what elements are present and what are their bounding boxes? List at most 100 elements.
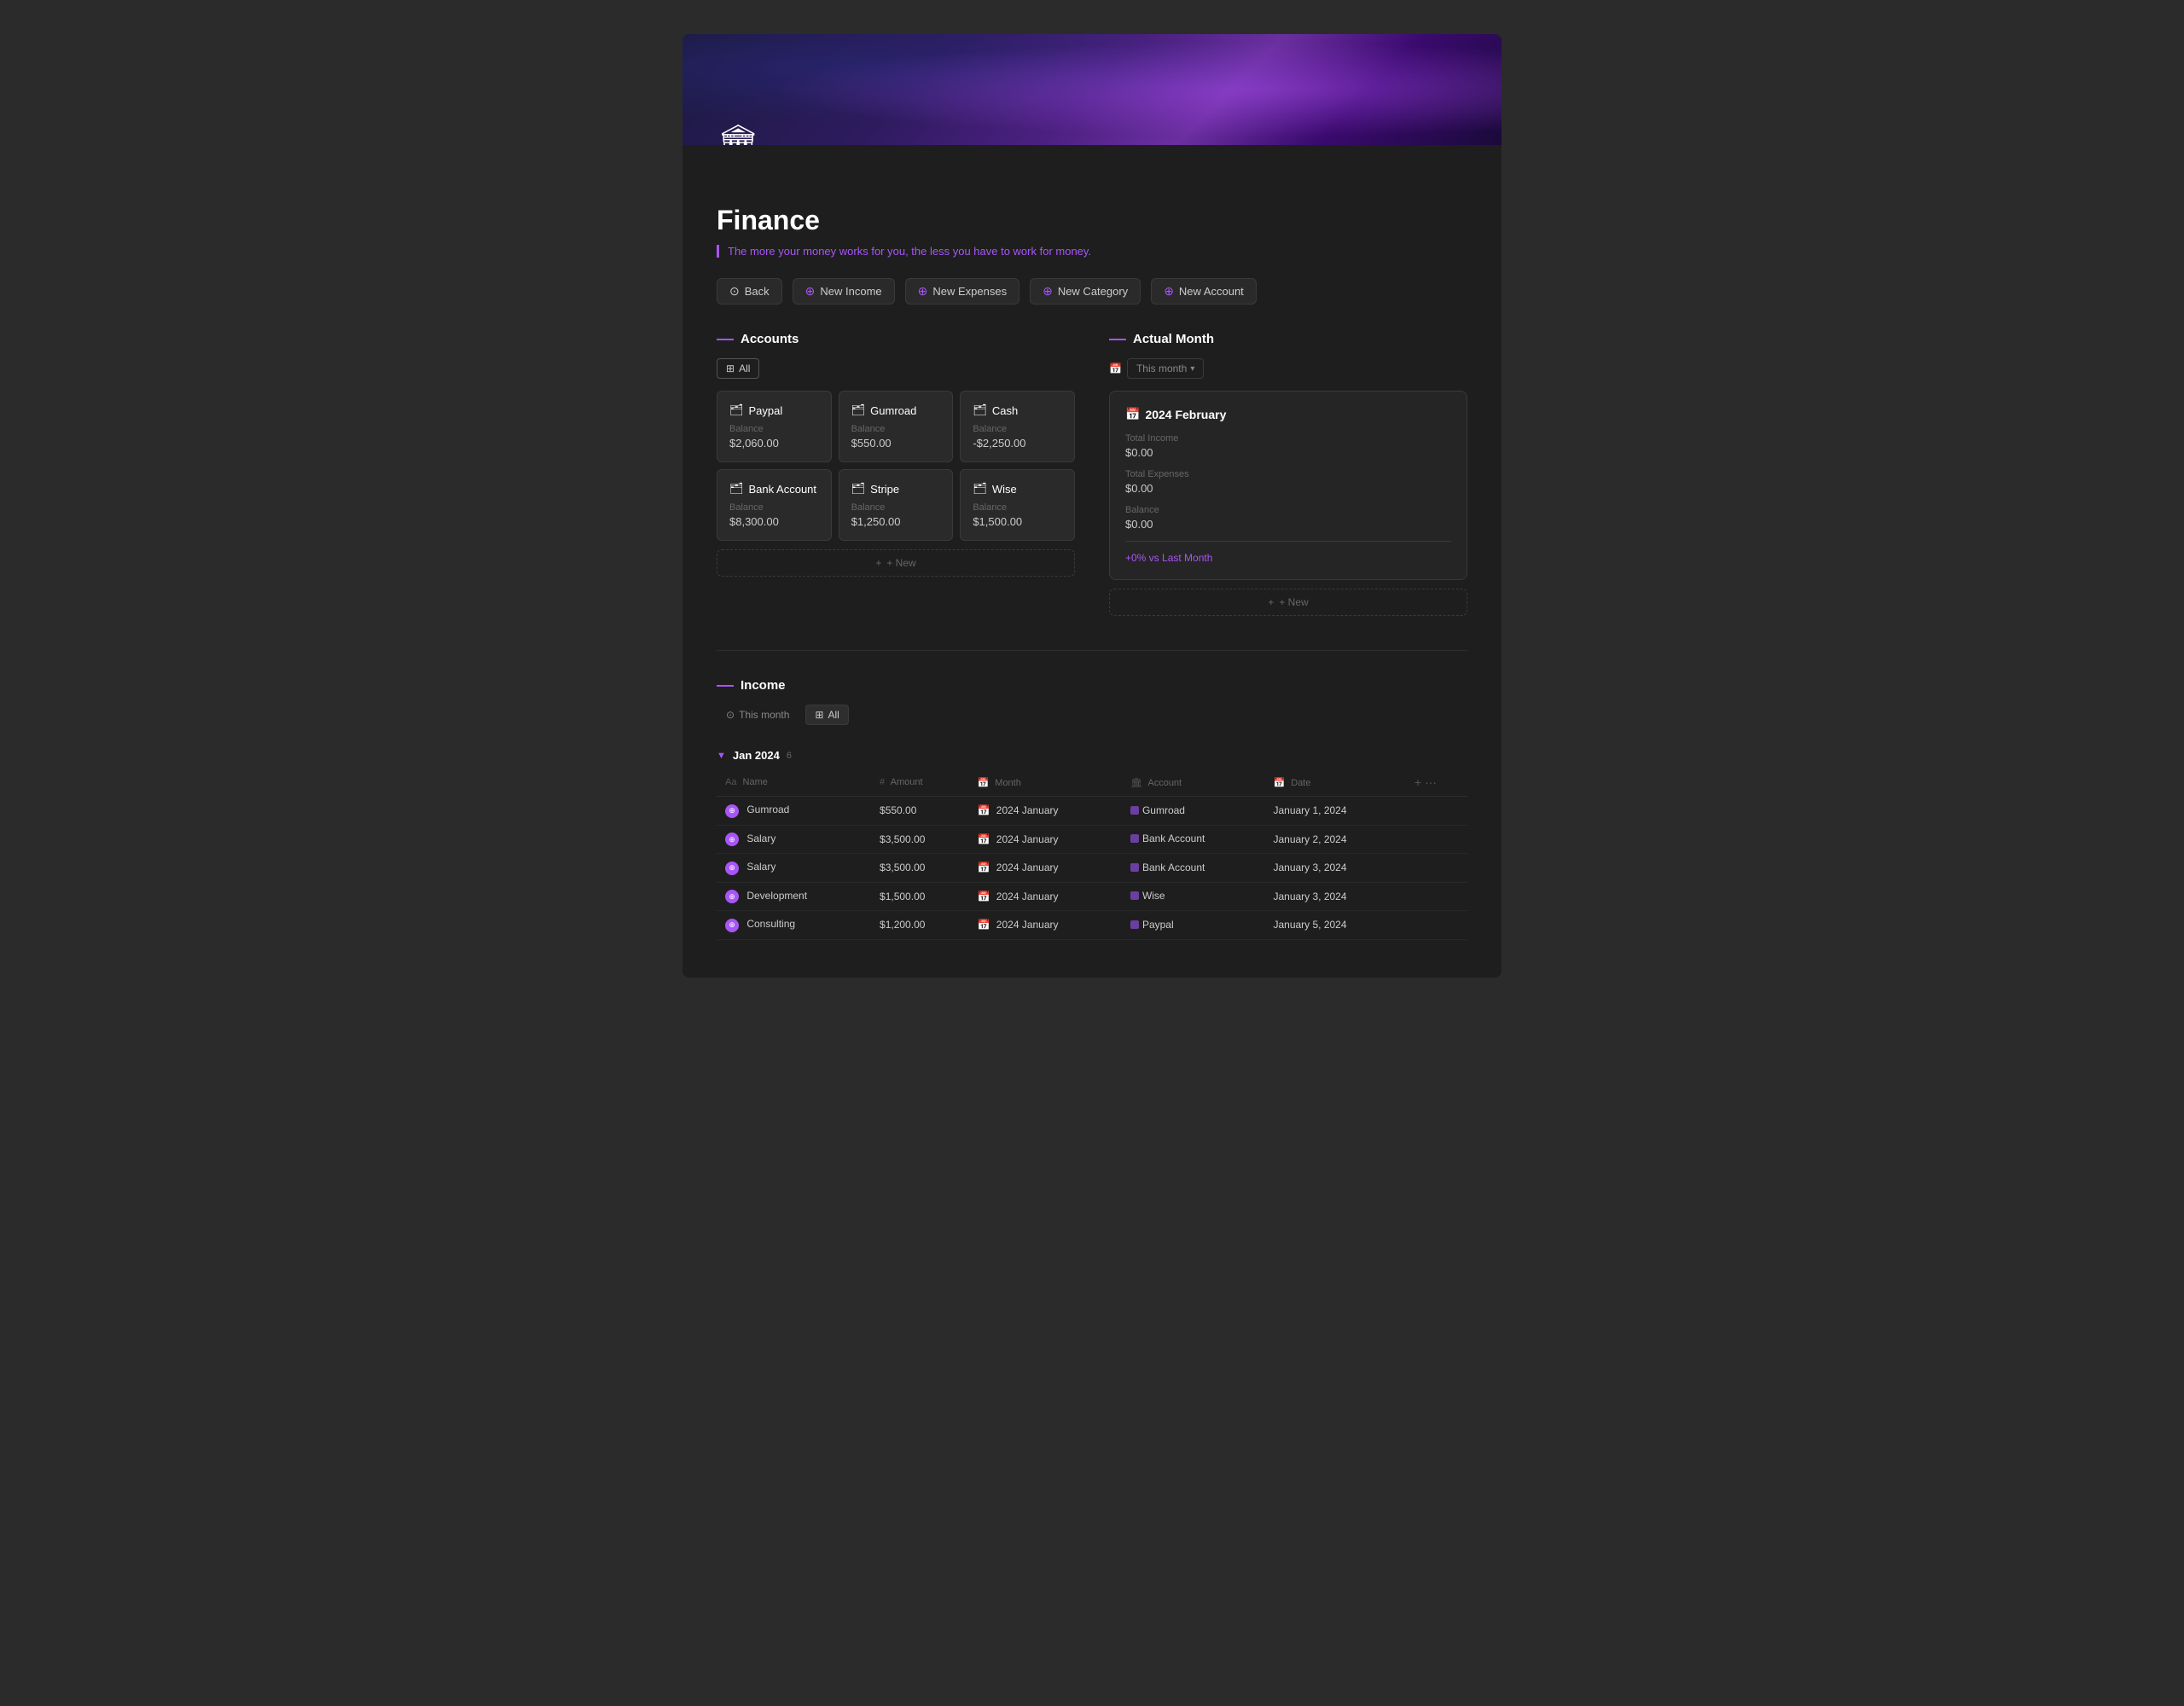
col-name: Aa Name (717, 769, 871, 797)
month-divider (1125, 541, 1451, 542)
cell-actions (1406, 911, 1467, 940)
table-row[interactable]: ⊕ Salary $3,500.00 📅 2024 January Bank A… (717, 854, 1467, 883)
income-section: Income ⊙ This month ⊞ All ▼ Jan 2024 6 (717, 678, 1467, 940)
group-chevron-icon: ▼ (717, 751, 726, 761)
group-count: 6 (787, 751, 792, 761)
filter-this-month[interactable]: ⊙ This month (717, 705, 799, 725)
new-category-button[interactable]: ⊕ New Category (1030, 278, 1141, 305)
cell-actions (1406, 797, 1467, 826)
back-icon: ⊙ (729, 284, 740, 299)
account-card-paypal[interactable]: 🗂 Paypal Balance $2,060.00 (717, 391, 832, 462)
chip-dot (1130, 863, 1139, 872)
col-date: 📅 Date (1264, 769, 1405, 797)
calendar-cell-icon: 📅 (978, 862, 990, 873)
new-account-button[interactable]: ⊕ New Account (1151, 278, 1257, 305)
cell-name: ⊕ Salary (717, 854, 871, 883)
cell-actions (1406, 854, 1467, 883)
calendar-cell-icon: 📅 (978, 804, 990, 816)
col-amount: # Amount (871, 769, 968, 797)
accounts-title: Accounts (741, 332, 799, 346)
income-title: Income (741, 678, 786, 693)
main-content: Finance The more your money works for yo… (682, 145, 1502, 978)
cell-date: January 5, 2024 (1264, 911, 1405, 940)
accounts-section: Accounts ⊞ All 🗂 Paypal Balance (717, 332, 1075, 616)
calendar-cell-icon: 📅 (978, 891, 990, 902)
view-all-button[interactable]: ⊞ All (717, 358, 759, 379)
cell-account: Gumroad (1122, 797, 1265, 826)
date-col-icon: 📅 (1273, 778, 1285, 788)
actual-month-title: Actual Month (1133, 332, 1214, 346)
plus-circle-icon: ⊕ (805, 284, 816, 299)
cell-date: January 3, 2024 (1264, 882, 1405, 911)
cell-month: 📅 2024 January (969, 825, 1122, 854)
account-icon-cash: 🗂 (973, 403, 987, 417)
filter-all[interactable]: ⊞ All (805, 705, 848, 725)
new-income-button[interactable]: ⊕ New Income (793, 278, 895, 305)
cell-amount: $3,500.00 (871, 854, 968, 883)
group-title: Jan 2024 (733, 749, 780, 762)
cell-account: Wise (1122, 882, 1265, 911)
plus-col-icon[interactable]: + (1414, 775, 1421, 789)
cell-name: ⊕ Development (717, 882, 871, 911)
income-filter-tabs: ⊙ This month ⊞ All (717, 705, 1467, 725)
account-icon-paypal: 🗂 (729, 403, 744, 417)
row-icon: ⊕ (725, 833, 739, 846)
account-card-gumroad[interactable]: 🗂 Gumroad Balance $550.00 (839, 391, 954, 462)
plus-circle-icon-4: ⊕ (1164, 284, 1174, 299)
add-account-button[interactable]: + + New (717, 549, 1075, 577)
cell-amount: $1,200.00 (871, 911, 968, 940)
income-table: Aa Name # Amount 📅 Month 🏛 (717, 769, 1467, 940)
cell-amount: $3,500.00 (871, 825, 968, 854)
page-title: Finance (717, 205, 1467, 236)
hash-icon: # (880, 777, 885, 787)
chip-dot (1130, 920, 1139, 929)
page-subtitle: The more your money works for you, the l… (717, 245, 1467, 258)
table-row[interactable]: ⊕ Salary $3,500.00 📅 2024 January Bank A… (717, 825, 1467, 854)
cell-month: 📅 2024 January (969, 854, 1122, 883)
account-card-stripe[interactable]: 🗂 Stripe Balance $1,250.00 (839, 469, 954, 541)
cell-account: Bank Account (1122, 854, 1265, 883)
chevron-down-icon: ▾ (1190, 364, 1194, 374)
col-account: 🏛 Account (1122, 769, 1265, 797)
section-separator (717, 650, 1467, 651)
account-card-cash[interactable]: 🗂 Cash Balance -$2,250.00 (960, 391, 1075, 462)
cell-date: January 1, 2024 (1264, 797, 1405, 826)
account-icon-gumroad: 🗂 (851, 403, 866, 417)
cell-account: Bank Account (1122, 825, 1265, 854)
two-col-layout: Accounts ⊞ All 🗂 Paypal Balance (717, 332, 1467, 616)
account-icon-stripe: 🗂 (851, 482, 866, 496)
accounts-grid: 🗂 Paypal Balance $2,060.00 🗂 Gumroad Bal… (717, 391, 1075, 541)
cell-month: 📅 2024 January (969, 882, 1122, 911)
row-icon: ⊕ (725, 862, 739, 875)
bank-col-icon: 🏛 (1130, 778, 1142, 788)
month-card: 📅 2024 February Total Income $0.00 Total… (1109, 391, 1467, 580)
cell-name: ⊕ Salary (717, 825, 871, 854)
more-col-icon[interactable]: ··· (1425, 775, 1437, 789)
actual-month-section: Actual Month 📅 This month ▾ 📅 2024 Febru… (1109, 332, 1467, 616)
aa-icon: Aa (725, 777, 736, 787)
cell-date: January 2, 2024 (1264, 825, 1405, 854)
income-section-header: Income (717, 678, 1467, 693)
section-dash-3 (717, 685, 734, 687)
cell-date: January 3, 2024 (1264, 854, 1405, 883)
back-button[interactable]: ⊙ Back (717, 278, 782, 305)
section-dash-2 (1109, 339, 1126, 340)
table-row[interactable]: ⊕ Gumroad $550.00 📅 2024 January Gumroad… (717, 797, 1467, 826)
account-card-bank[interactable]: 🗂 Bank Account Balance $8,300.00 (717, 469, 832, 541)
table-row[interactable]: ⊕ Consulting $1,200.00 📅 2024 January Pa… (717, 911, 1467, 940)
view-toggle: ⊞ All (717, 358, 1075, 379)
income-group-header[interactable]: ▼ Jan 2024 6 (717, 742, 1467, 769)
add-month-button[interactable]: + + New (1109, 589, 1467, 616)
account-icon-bank: 🗂 (729, 482, 744, 496)
account-card-wise[interactable]: 🗂 Wise Balance $1,500.00 (960, 469, 1075, 541)
chip-dot (1130, 891, 1139, 900)
actual-month-header: Actual Month (1109, 332, 1467, 346)
accounts-header: Accounts (717, 332, 1075, 346)
col-actions-header: + ··· (1406, 769, 1467, 797)
table-row[interactable]: ⊕ Development $1,500.00 📅 2024 January W… (717, 882, 1467, 911)
page-icon: 🏛 (717, 122, 760, 145)
plus-icon-2: + (1268, 596, 1274, 608)
new-expenses-button[interactable]: ⊕ New Expenses (905, 278, 1019, 305)
calendar-icon: 📅 (1109, 363, 1122, 374)
this-month-button[interactable]: This month ▾ (1127, 358, 1204, 379)
